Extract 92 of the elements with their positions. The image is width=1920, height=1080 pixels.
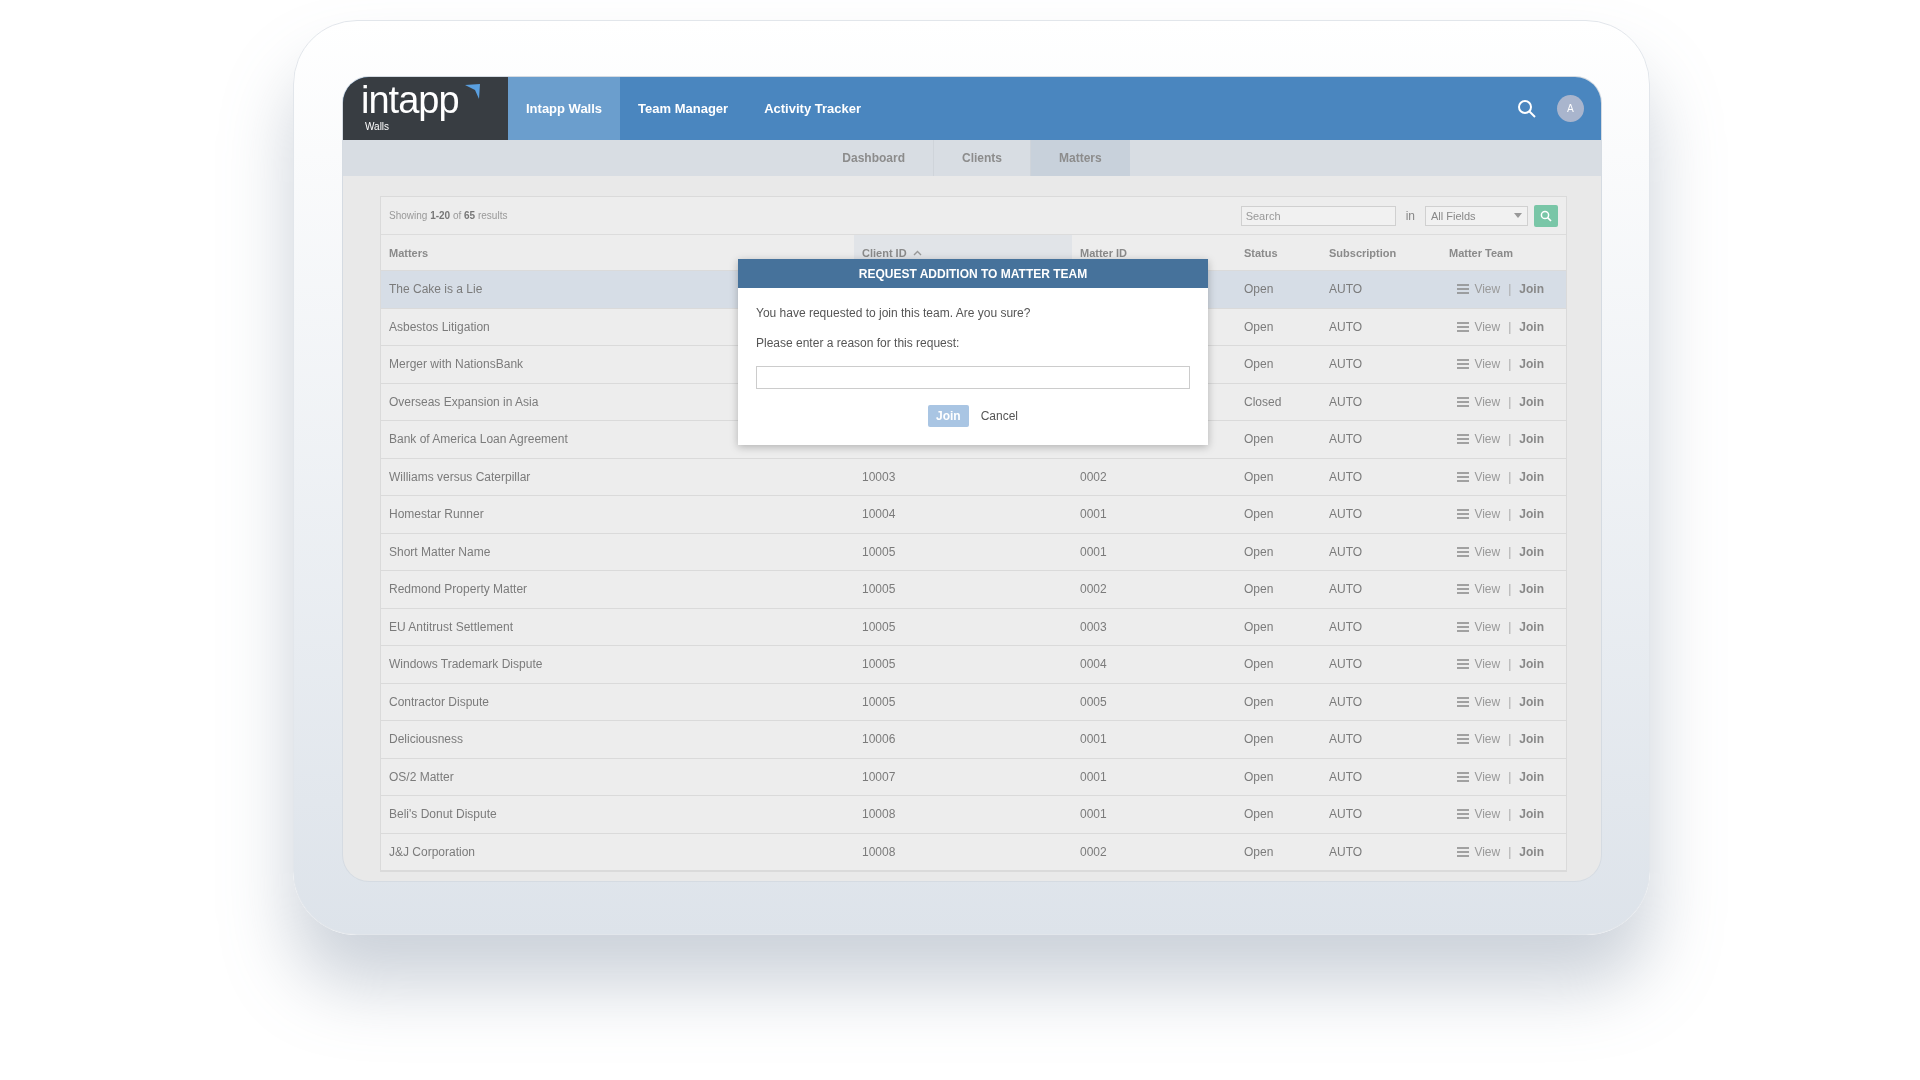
dialog-title: REQUEST ADDITION TO MATTER TEAM [738,259,1208,288]
status-text: Open [1244,657,1274,672]
subscription-text: AUTO [1329,807,1363,822]
matter-id: 0002 [1080,469,1107,484]
matter-id: 0001 [1080,769,1107,784]
subscription-text: AUTO [1329,769,1363,784]
client-id: 10005 [862,694,896,709]
subscription-text: AUTO [1329,432,1363,447]
separator: | [1508,357,1512,372]
separator: | [1508,807,1512,822]
subscription-text: AUTO [1329,694,1363,709]
separator: | [1508,394,1512,409]
subscription-text: AUTO [1329,469,1363,484]
matter-id: 0001 [1080,544,1107,559]
matter-name: Redmond Property Matter [389,582,528,597]
product-label: Walls [365,121,390,132]
subscription-text: AUTO [1329,844,1363,859]
subscription-text: AUTO [1329,582,1363,597]
separator: | [1508,582,1512,597]
matter-name: Homestar Runner [389,507,484,522]
separator: | [1508,732,1512,747]
client-id: 10005 [862,544,896,559]
separator: | [1508,769,1512,784]
matter-id: 0002 [1080,844,1107,859]
matter-name: Windows Trademark Dispute [389,657,543,672]
separator: | [1508,432,1512,447]
separator: | [1508,319,1512,334]
matter-id: 0001 [1080,807,1107,822]
separator: | [1508,844,1512,859]
matter-name: Bank of America Loan Agreement [389,432,568,447]
client-id: 10005 [862,582,896,597]
matter-name: Overseas Expansion in Asia [389,394,539,409]
matter-name: Contractor Dispute [389,694,490,709]
client-id: 10008 [862,844,896,859]
matter-name: Beli's Donut Dispute [389,807,497,822]
status-text: Open [1244,319,1274,334]
matter-name: The Cake is a Lie [389,282,483,297]
dialog-message: You have requested to join this team. Are you sure? [756,306,1032,320]
separator: | [1508,619,1512,634]
separator: | [1508,507,1512,522]
separator: | [1508,469,1512,484]
results-count: Showing 1-20 of 65 results [389,210,508,221]
client-id: 10003 [862,469,896,484]
status-text: Open [1244,732,1274,747]
separator: | [1508,282,1512,297]
status-text: Open [1244,582,1274,597]
in-label: in [1405,208,1415,223]
status-text: Open [1244,507,1274,522]
matter-id: 0003 [1080,619,1107,634]
subscription-text: AUTO [1329,657,1363,672]
matter-name: Merger with NationsBank [389,357,524,372]
status-text: Open [1244,282,1274,297]
client-id: 10004 [862,507,896,522]
separator: | [1508,544,1512,559]
subscription-text: AUTO [1329,357,1363,372]
matter-id: 0005 [1080,694,1107,709]
matter-id: 0002 [1080,582,1107,597]
subscription-text: AUTO [1329,544,1363,559]
status-text: Open [1244,807,1274,822]
matter-name: J&J Corporation [389,844,476,859]
matter-id: 0001 [1080,732,1107,747]
subscription-text: AUTO [1329,394,1363,409]
matter-name: Asbestos Litigation [389,319,490,334]
status-text: Open [1244,544,1274,559]
matter-name: Williams versus Caterpillar [389,469,531,484]
status-text: Open [1244,844,1274,859]
matter-name: EU Antitrust Settlement [389,619,514,634]
status-text: Open [1244,432,1274,447]
matter-name: OS/2 Matter [389,769,454,784]
status-text: Open [1244,694,1274,709]
matter-id: 0001 [1080,507,1107,522]
matter-id: 0004 [1080,657,1107,672]
matter-name: Deliciousness [389,732,464,747]
status-text: Open [1244,357,1274,372]
client-id: 10007 [862,769,896,784]
status-text: Open [1244,769,1274,784]
subscription-text: AUTO [1329,732,1363,747]
client-id: 10005 [862,619,896,634]
logo-text: intapp [361,79,459,122]
client-id: 10008 [862,807,896,822]
subscription-text: AUTO [1329,319,1363,334]
status-text: Open [1244,469,1274,484]
status-text: Closed [1244,394,1282,409]
subscription-text: AUTO [1329,619,1363,634]
status-text: Open [1244,619,1274,634]
subscription-text: AUTO [1329,507,1363,522]
separator: | [1508,694,1512,709]
client-id: 10006 [862,732,896,747]
matter-name: Short Matter Name [389,544,491,559]
separator: | [1508,657,1512,672]
subscription-text: AUTO [1329,282,1363,297]
client-id: 10005 [862,657,896,672]
